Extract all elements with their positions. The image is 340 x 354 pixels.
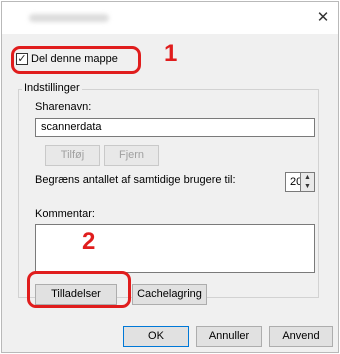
comment-textarea[interactable] [35,224,315,273]
ok-button[interactable]: OK [123,326,189,347]
sharename-input[interactable]: scannerdata [35,118,315,137]
apply-button[interactable]: Anvend [269,326,333,347]
blurred-window-title [29,14,109,22]
spin-up-icon[interactable]: ▲ [301,173,314,182]
title-bar: ✕ [2,2,338,34]
user-limit-stepper[interactable]: ▲ ▼ [300,172,315,192]
comment-label: Kommentar: [35,208,95,220]
spin-down-icon[interactable]: ▼ [301,182,314,191]
user-limit-label: Begræns antallet af samtidige brugere ti… [35,174,236,186]
settings-group-label: Indstillinger [22,82,82,94]
annotation-number-2: 2 [82,228,96,255]
close-icon[interactable]: ✕ [312,8,334,28]
annotation-box-2 [27,271,131,308]
caching-button[interactable]: Cachelagring [132,284,207,305]
cancel-button[interactable]: Annuller [196,326,262,347]
sharename-label: Sharenavn: [35,101,92,113]
annotation-number-1: 1 [164,40,178,67]
annotation-box-1 [11,46,141,74]
add-button[interactable]: Tilføj [45,145,100,166]
remove-button[interactable]: Fjern [104,145,159,166]
